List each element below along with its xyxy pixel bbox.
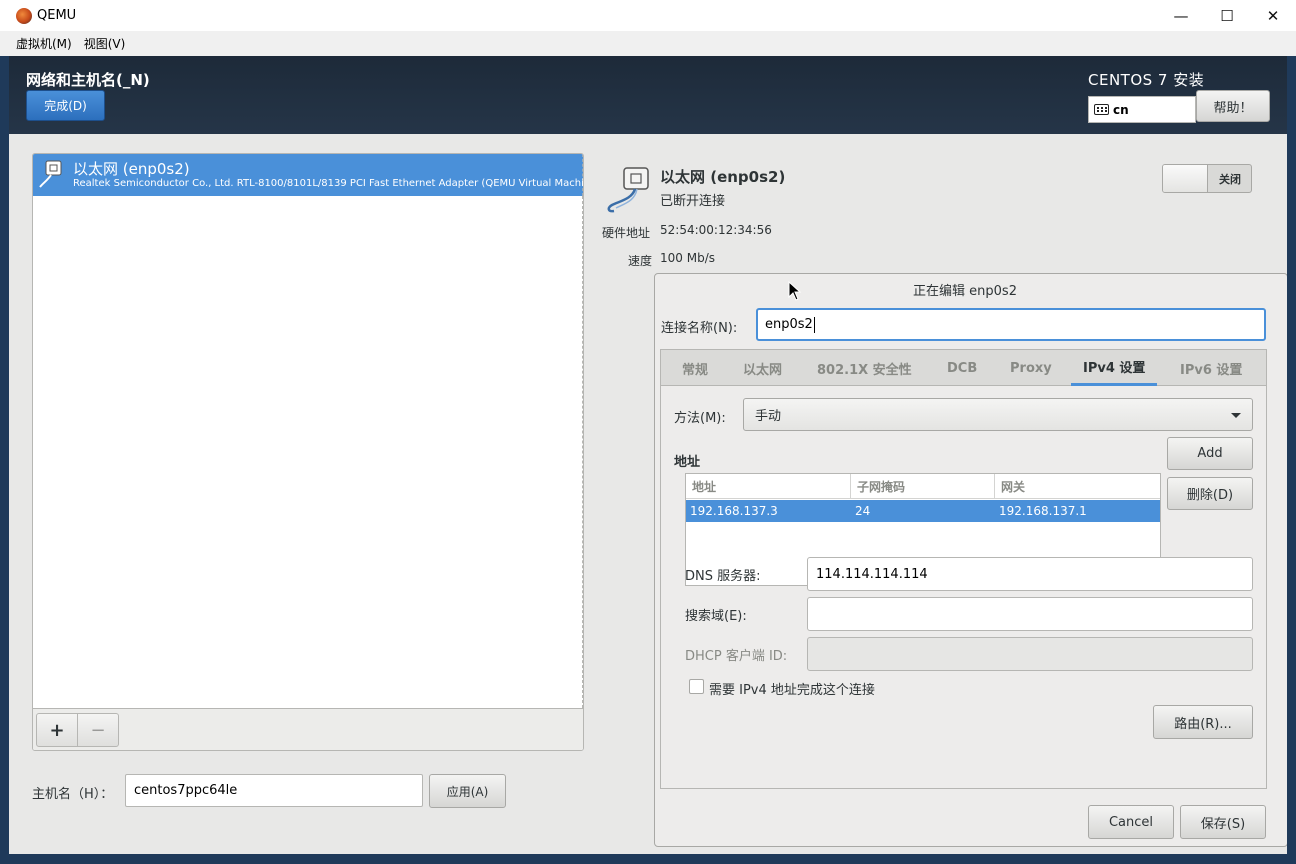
dhcp-client-id-input bbox=[807, 637, 1253, 671]
device-detail-name: 以太网 (enp0s2) bbox=[660, 168, 786, 186]
window-controls: — ☐ ✕ bbox=[1158, 0, 1296, 31]
window-title: QEMU bbox=[37, 8, 77, 23]
window-titlebar: QEMU — ☐ ✕ bbox=[0, 0, 1296, 31]
tab-ipv6-settings[interactable]: IPv6 设置 bbox=[1180, 350, 1242, 386]
ethernet-icon bbox=[39, 160, 62, 188]
settings-notebook: 常规 以太网 802.1X 安全性 DCB Proxy IPv4 设置 IPv6… bbox=[660, 349, 1267, 789]
tab-bar: 常规 以太网 802.1X 安全性 DCB Proxy IPv4 设置 IPv6… bbox=[661, 350, 1266, 386]
menu-view[interactable]: 视图(V) bbox=[78, 35, 132, 52]
tab-ipv4-settings[interactable]: IPv4 设置 bbox=[1071, 350, 1158, 386]
table-row[interactable]: 192.168.137.3 24 192.168.137.1 bbox=[686, 500, 1160, 522]
tab-8021x-security[interactable]: 802.1X 安全性 bbox=[817, 350, 912, 386]
minimize-icon: — bbox=[1173, 6, 1189, 25]
device-power-toggle[interactable]: 关闭 bbox=[1162, 164, 1252, 193]
keyboard-layout-label: cn bbox=[1113, 102, 1129, 117]
save-button[interactable]: 保存(S) bbox=[1180, 805, 1266, 839]
minus-icon: − bbox=[90, 719, 106, 741]
close-button[interactable]: ✕ bbox=[1250, 0, 1296, 31]
method-value: 手动 bbox=[755, 409, 782, 424]
remove-device-button[interactable]: − bbox=[77, 713, 119, 747]
toggle-label: 关闭 bbox=[1219, 172, 1241, 186]
list-divider bbox=[582, 196, 583, 708]
search-domains-input[interactable] bbox=[807, 597, 1253, 631]
dns-label: DNS 服务器: bbox=[685, 569, 761, 584]
device-name: 以太网 (enp0s2) bbox=[73, 160, 190, 178]
tab-general[interactable]: 常规 bbox=[682, 350, 708, 386]
device-description: Realtek Semiconductor Co., Ltd. RTL-8100… bbox=[73, 178, 584, 189]
minimize-button[interactable]: — bbox=[1158, 0, 1204, 31]
ethernet-device-icon bbox=[607, 167, 649, 213]
addresses-heading: 地址 bbox=[674, 455, 701, 470]
menubar: 虚拟机(M) 视图(V) bbox=[0, 31, 1296, 56]
cell-netmask: 24 bbox=[855, 504, 871, 518]
close-icon: ✕ bbox=[1266, 6, 1280, 25]
device-status: 已断开连接 bbox=[660, 194, 726, 209]
search-domains-label: 搜索域(E): bbox=[685, 609, 747, 624]
method-select[interactable]: 手动 bbox=[743, 398, 1253, 431]
mouse-pointer-icon bbox=[788, 281, 802, 301]
plus-icon: + bbox=[49, 719, 65, 741]
cell-gateway: 192.168.137.1 bbox=[999, 504, 1087, 518]
require-ipv4-label[interactable]: 需要 IPv4 地址完成这个连接 bbox=[709, 679, 875, 698]
column-address[interactable]: 地址 bbox=[686, 474, 851, 499]
tab-ethernet[interactable]: 以太网 bbox=[743, 350, 782, 386]
hostname-input[interactable]: centos7ppc64le bbox=[125, 774, 423, 807]
column-netmask[interactable]: 子网掩码 bbox=[851, 474, 995, 499]
help-button[interactable]: 帮助！ bbox=[1196, 90, 1270, 122]
device-list: 以太网 (enp0s2) Realtek Semiconductor Co., … bbox=[32, 153, 584, 751]
spoke-header: 网络和主机名(_N) 完成(D) CENTOS 7 安装 cn 帮助！ bbox=[9, 56, 1287, 134]
cancel-button[interactable]: Cancel bbox=[1088, 805, 1174, 839]
require-ipv4-checkbox[interactable] bbox=[689, 679, 704, 694]
routes-button[interactable]: 路由(R)... bbox=[1153, 705, 1253, 739]
add-address-button[interactable]: Add bbox=[1167, 437, 1253, 470]
chevron-down-icon bbox=[1231, 413, 1241, 418]
product-title: CENTOS 7 安装 bbox=[1088, 71, 1205, 89]
installer-frame: 网络和主机名(_N) 完成(D) CENTOS 7 安装 cn 帮助！ 以太网 … bbox=[9, 56, 1287, 854]
maximize-button[interactable]: ☐ bbox=[1204, 0, 1250, 31]
menu-machine[interactable]: 虚拟机(M) bbox=[10, 35, 78, 52]
done-button[interactable]: 完成(D) bbox=[26, 90, 105, 121]
hostname-label: 主机名（H）： bbox=[32, 787, 114, 802]
connection-editor-dialog: 正在编辑 enp0s2 连接名称(N): enp0s2 常规 以太网 802.1… bbox=[654, 273, 1287, 847]
cell-address: 192.168.137.3 bbox=[690, 504, 778, 518]
keyboard-layout-indicator[interactable]: cn bbox=[1088, 96, 1196, 123]
hw-address-value: 52:54:00:12:34:56 bbox=[660, 223, 772, 237]
apply-hostname-button[interactable]: 应用(A) bbox=[429, 774, 506, 808]
connection-name-input[interactable]: enp0s2 bbox=[756, 308, 1266, 341]
speed-value: 100 Mb/s bbox=[660, 251, 715, 265]
text-caret bbox=[813, 316, 815, 333]
dialog-title: 正在编辑 enp0s2 bbox=[913, 284, 1017, 299]
delete-address-button[interactable]: 删除(D) bbox=[1167, 477, 1253, 510]
method-label: 方法(M): bbox=[674, 411, 726, 426]
list-toolbar: + − bbox=[33, 708, 583, 750]
list-item[interactable]: 以太网 (enp0s2) Realtek Semiconductor Co., … bbox=[33, 154, 583, 196]
connection-name-value: enp0s2 bbox=[765, 317, 813, 332]
qemu-app-icon bbox=[16, 7, 32, 24]
dhcp-client-id-label: DHCP 客户端 ID: bbox=[685, 649, 788, 664]
dns-input[interactable]: 114.114.114.114 bbox=[807, 557, 1253, 591]
table-header: 地址 子网掩码 网关 bbox=[686, 474, 1160, 499]
add-device-button[interactable]: + bbox=[36, 713, 78, 747]
tab-dcb[interactable]: DCB bbox=[947, 350, 977, 386]
speed-label: 速度 bbox=[628, 254, 653, 268]
keyboard-icon bbox=[1094, 104, 1109, 115]
tab-proxy[interactable]: Proxy bbox=[1010, 350, 1052, 386]
page-title: 网络和主机名(_N) bbox=[26, 71, 150, 89]
connection-name-label: 连接名称(N): bbox=[661, 321, 738, 336]
maximize-icon: ☐ bbox=[1220, 6, 1234, 25]
toggle-knob bbox=[1163, 165, 1208, 192]
hw-address-label: 硬件地址 bbox=[602, 226, 651, 240]
column-gateway[interactable]: 网关 bbox=[995, 474, 1160, 499]
